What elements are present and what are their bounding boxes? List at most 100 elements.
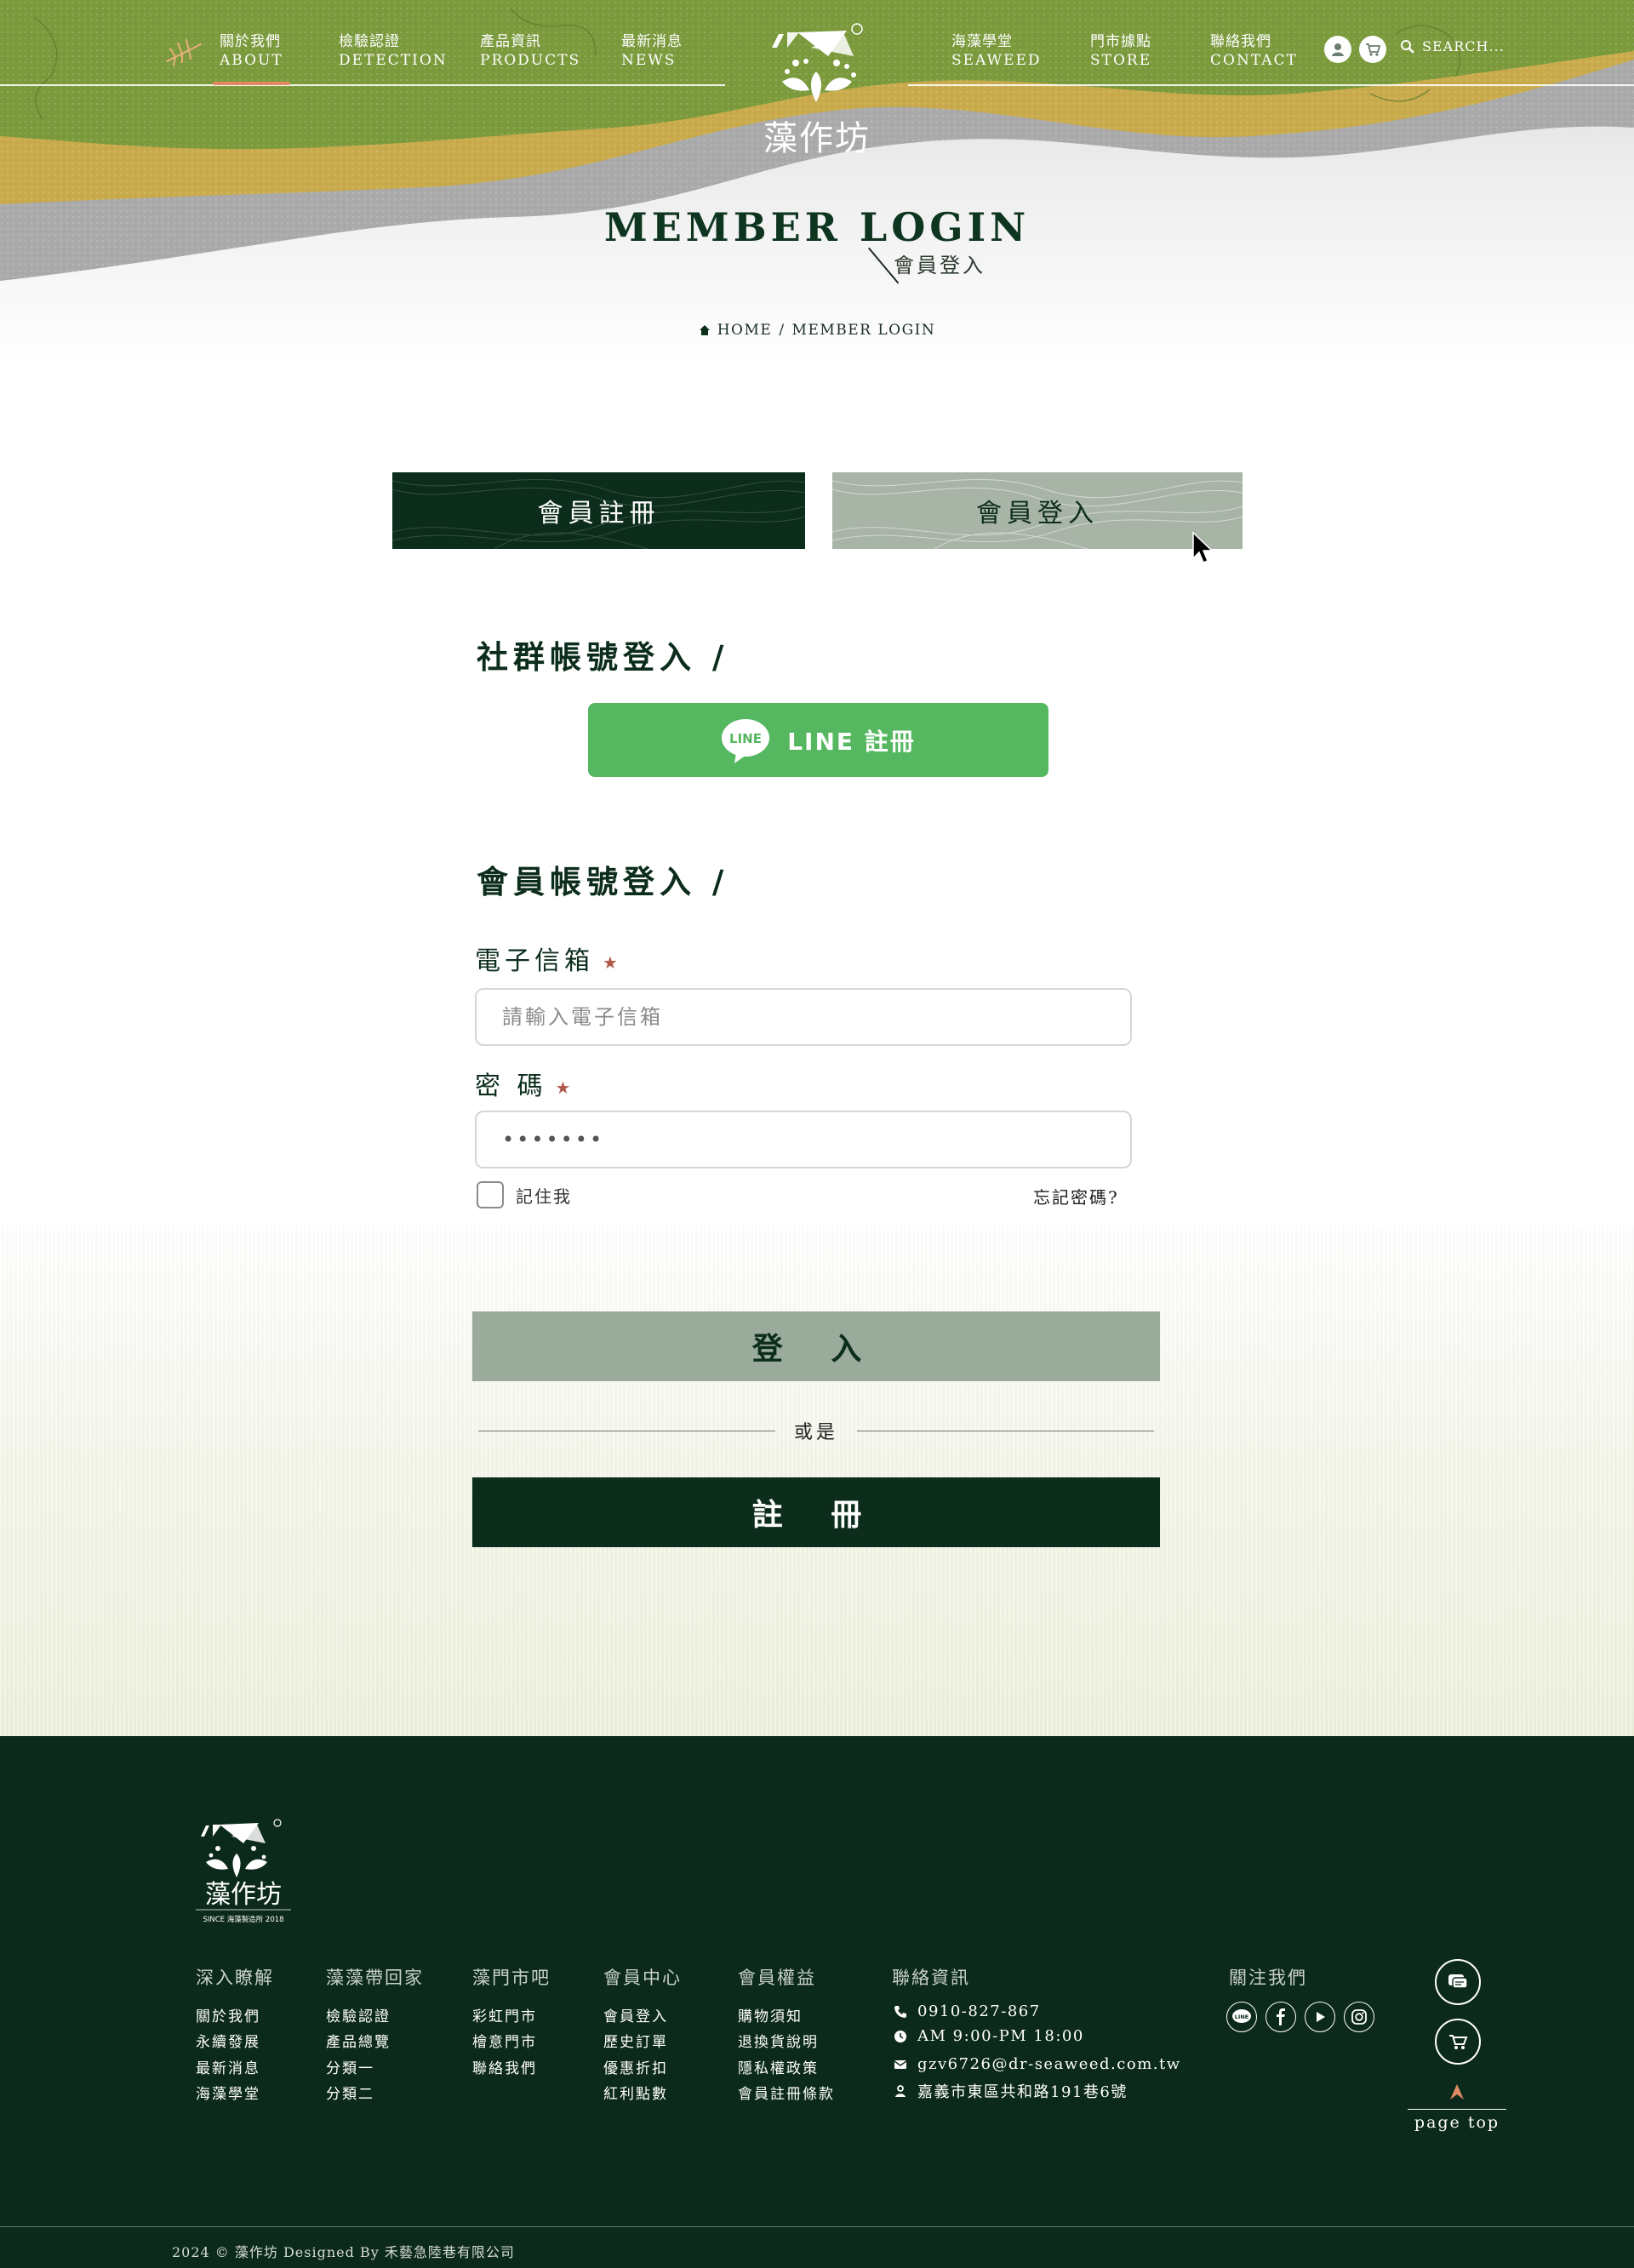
instagram-icon[interactable] <box>1344 2002 1374 2032</box>
required-star-icon: ★ <box>555 1077 575 1098</box>
brand-name: 藻作坊 <box>763 119 871 158</box>
youtube-icon[interactable] <box>1305 2002 1335 2032</box>
social-login-title: 社群帳號登入 / <box>477 638 729 676</box>
footer-link[interactable]: 海藻學堂 <box>196 2082 260 2103</box>
breadcrumb: HOME / MEMBER LOGIN <box>0 322 1634 339</box>
nav-store-en: STORE <box>1090 52 1152 69</box>
footer-hours-text: AM 9:00-PM 18:00 <box>917 2027 1084 2045</box>
footer-link[interactable]: 檜意門市 <box>472 2030 537 2051</box>
footer-link[interactable]: 彩虹門市 <box>472 2004 537 2025</box>
footer-link[interactable]: 歷史訂單 <box>603 2030 668 2051</box>
search-box[interactable] <box>1400 38 1524 54</box>
brand-logo[interactable]: 藻作坊 <box>762 22 872 158</box>
page-title: MEMBER LOGIN <box>603 204 1031 250</box>
nav-detection[interactable]: 檢驗認證 DETECTION <box>339 32 448 70</box>
tab-member-login[interactable]: 會員登入 <box>832 472 1243 549</box>
footer-col-title-rights: 會員權益 <box>738 1968 816 1988</box>
breadcrumb-home[interactable]: HOME <box>717 322 773 339</box>
facebook-icon-glyph <box>1277 2008 1285 2025</box>
forgot-password-link[interactable]: 忘記密碼? <box>1033 1184 1119 1208</box>
footer-logo[interactable]: 藻作坊 SINCE 海藻製造所 2018 <box>192 1818 294 1928</box>
nav-news[interactable]: 最新消息 NEWS <box>621 32 683 70</box>
footer-phone: 0910-827-867 <box>894 2002 1041 2020</box>
line-icon-text: LINE <box>729 731 762 746</box>
password-field[interactable] <box>475 1111 1132 1168</box>
breadcrumb-current: MEMBER LOGIN <box>791 322 936 339</box>
footer-link[interactable]: 最新消息 <box>196 2056 260 2077</box>
search-input[interactable] <box>1422 38 1524 54</box>
remember-me-checkbox[interactable]: 記住我 <box>477 1181 572 1208</box>
footer-col-title-stores: 藻門市吧 <box>472 1968 551 1988</box>
footer-link[interactable]: 檢驗認證 <box>326 2004 391 2025</box>
login-button[interactable]: 登 入 <box>472 1311 1160 1381</box>
footer-link[interactable]: 分類一 <box>326 2056 374 2077</box>
arrow-up-icon <box>1450 2084 1464 2099</box>
nav-products[interactable]: 產品資訊 PRODUCTS <box>480 32 580 70</box>
breadcrumb-separator: / <box>779 322 786 339</box>
footer-link[interactable]: 購物須知 <box>738 2004 803 2025</box>
tab-member-register-label: 會員註冊 <box>537 499 660 528</box>
footer-link[interactable]: 永續發展 <box>196 2030 260 2051</box>
nav-divider-left <box>0 84 725 86</box>
nav-news-en: NEWS <box>621 52 677 69</box>
site-footer: 藻作坊 SINCE 海藻製造所 2018 深入瞭解 關於我們 永續發展 最新消息… <box>0 1736 1634 2268</box>
line-register-label: LINE 註冊 <box>787 727 916 756</box>
remember-me-label: 記住我 <box>516 1185 572 1207</box>
member-icon[interactable] <box>1324 36 1351 63</box>
chat-icon-glyph <box>1448 1974 1468 1989</box>
search-icon <box>1401 39 1414 54</box>
cart-icon[interactable] <box>1435 2019 1481 2065</box>
footer-col-title-member: 會員中心 <box>603 1968 682 1988</box>
footer-link[interactable]: 產品總覽 <box>326 2030 391 2051</box>
tab-member-register[interactable]: 會員註冊 <box>392 472 805 549</box>
footer-address-text: 嘉義市東區共和路191巷6號 <box>917 2083 1128 2101</box>
footer-col-title-follow: 關注我們 <box>1229 1968 1307 1988</box>
copyright-text: 2024 © 藻作坊 Designed By 禾藝急陸巷有限公司 <box>172 2244 515 2260</box>
chat-icon[interactable] <box>1435 1959 1481 2005</box>
account-login-title: 會員帳號登入 / <box>477 863 729 900</box>
footer-logo-tagline: SINCE 海藻製造所 2018 <box>203 1915 283 1924</box>
line-icon[interactable]: LINE <box>1226 2002 1257 2032</box>
or-label: 或是 <box>794 1422 839 1443</box>
footer-link[interactable]: 隱私權政策 <box>738 2056 819 2077</box>
member-icon-glyph <box>1332 43 1344 56</box>
line-icon-glyph: LINE <box>1232 2009 1251 2023</box>
nav-seaweed[interactable]: 海藻學堂 SEAWEED <box>951 32 1042 70</box>
line-register-button[interactable]: LINE LINE 註冊 <box>588 703 1048 777</box>
nav-about-zh: 關於我們 <box>220 33 281 50</box>
signup-button[interactable]: 註 冊 <box>472 1477 1160 1547</box>
nav-seaweed-zh: 海藻學堂 <box>951 33 1013 50</box>
footer-link[interactable]: 分類二 <box>326 2082 374 2103</box>
footer-link[interactable]: 聯絡我們 <box>472 2056 537 2077</box>
cart-icon[interactable] <box>1359 36 1386 63</box>
nav-detection-zh: 檢驗認證 <box>339 33 400 50</box>
wheat-icon <box>166 39 202 66</box>
nav-contact[interactable]: 聯絡我們 CONTACT <box>1210 32 1298 70</box>
nav-about[interactable]: 關於我們 ABOUT <box>213 32 290 85</box>
nav-news-zh: 最新消息 <box>621 33 683 50</box>
password-label-text: 密 碼 <box>475 1071 547 1101</box>
page-header: 關於我們 ABOUT 檢驗認證 DETECTION 產品資訊 PRODUCTS … <box>0 0 1634 366</box>
checkbox-box[interactable] <box>477 1181 504 1208</box>
email-field[interactable] <box>475 988 1132 1046</box>
footer-link[interactable]: 紅利點數 <box>603 2082 668 2103</box>
nav-store[interactable]: 門市據點 STORE <box>1090 32 1151 70</box>
page-top-rule <box>1408 2109 1506 2110</box>
line-icon: LINE <box>722 718 770 763</box>
nav-detection-en: DETECTION <box>339 52 448 69</box>
page-top-button[interactable]: page top <box>1408 2083 1506 2132</box>
footer-link[interactable]: 會員註冊條款 <box>738 2082 835 2103</box>
footer-link[interactable]: 會員登入 <box>603 2004 668 2025</box>
clock-icon <box>894 2030 906 2042</box>
brand-logo-mark <box>772 23 863 102</box>
nav-products-en: PRODUCTS <box>480 52 581 69</box>
facebook-icon[interactable] <box>1265 2002 1296 2032</box>
footer-logo-mark: 藻作坊 SINCE 海藻製造所 2018 <box>196 1819 291 1924</box>
or-divider: 或是 <box>478 1417 1155 1444</box>
nav-about-en: ABOUT <box>220 52 283 69</box>
footer-link[interactable]: 退換貨說明 <box>738 2030 819 2051</box>
footer-logo-name: 藻作坊 <box>205 1880 282 1910</box>
footer-link[interactable]: 優惠折扣 <box>603 2056 668 2077</box>
nav-contact-en: CONTACT <box>1210 52 1298 69</box>
footer-link[interactable]: 關於我們 <box>196 2004 260 2025</box>
